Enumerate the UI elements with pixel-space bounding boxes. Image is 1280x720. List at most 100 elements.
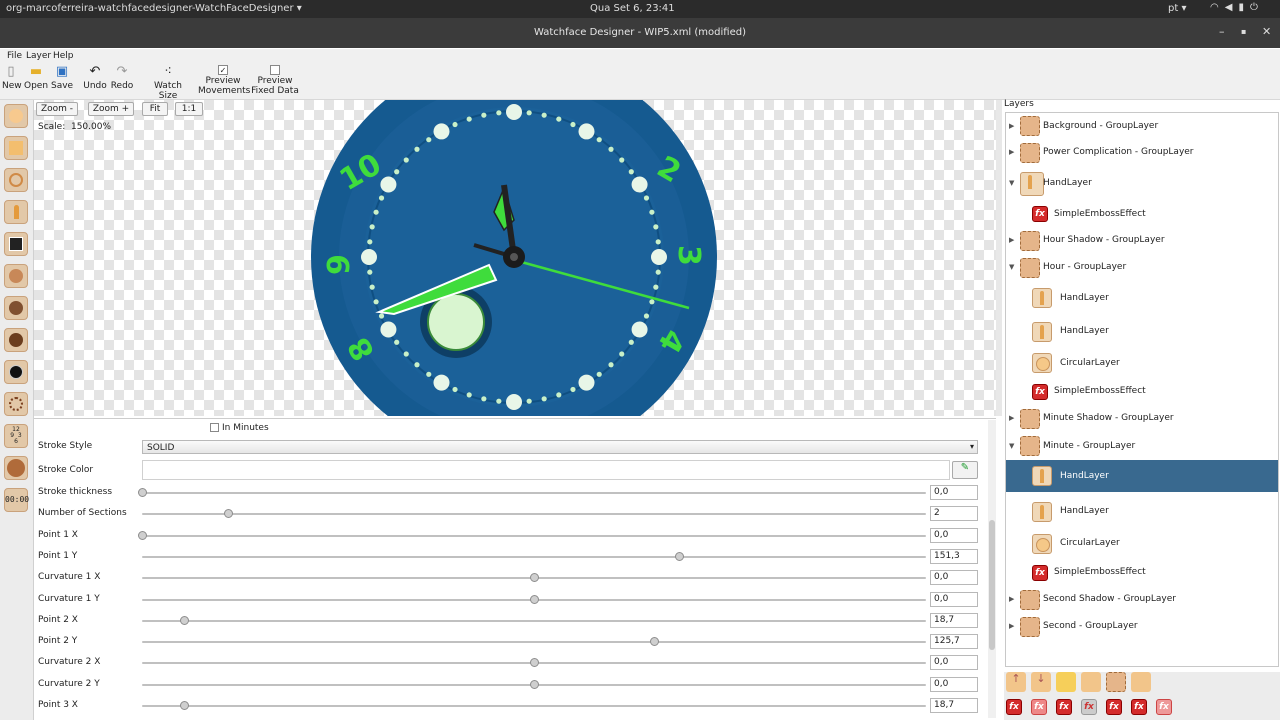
- effect-button-3[interactable]: fx: [1056, 699, 1072, 715]
- add-dark-texture-layer-button[interactable]: [4, 328, 28, 352]
- slider-value-field[interactable]: 151,3: [930, 548, 978, 564]
- close-button[interactable]: ✕: [1262, 25, 1271, 38]
- add-dots-layer-button[interactable]: [4, 296, 28, 320]
- design-canvas[interactable]: 10 2 3 4 8 9 Zoom - Zoom + Fit 1:1 Scale…: [34, 100, 996, 416]
- expand-arrow-icon[interactable]: ▶: [1009, 622, 1014, 630]
- slider-track[interactable]: [142, 555, 926, 558]
- add-folder-button[interactable]: [1056, 672, 1076, 692]
- properties-scrollbar[interactable]: [988, 420, 996, 718]
- layer-item[interactable]: ▶ Minute Shadow - GroupLayer: [1006, 405, 1278, 432]
- slider-value-field[interactable]: 18,7: [930, 612, 978, 628]
- move-layer-up-button[interactable]: ↑: [1006, 672, 1026, 692]
- layer-item[interactable]: HandLayer: [1006, 315, 1278, 348]
- slider-value-field[interactable]: 0,0: [930, 676, 978, 692]
- slider-knob[interactable]: [224, 509, 234, 519]
- language-selector[interactable]: pt ▾: [1168, 3, 1186, 14]
- in-minutes-checkbox[interactable]: [210, 423, 219, 432]
- add-digital-layer-button[interactable]: 00:00: [4, 488, 29, 512]
- slider-value-field[interactable]: 18,7: [930, 698, 978, 713]
- slider-value-field[interactable]: 0,0: [930, 570, 978, 586]
- slider-knob[interactable]: [530, 658, 539, 668]
- expand-arrow-icon[interactable]: ▶: [1009, 122, 1014, 130]
- effect-button-6[interactable]: fx: [1131, 699, 1147, 715]
- add-rect-layer-button[interactable]: [4, 136, 28, 160]
- layer-item[interactable]: ▼ Minute - GroupLayer: [1006, 432, 1278, 460]
- layer-item[interactable]: CircularLayer: [1006, 348, 1278, 378]
- color-picker-button[interactable]: ✎: [952, 461, 978, 479]
- slider-track[interactable]: [142, 513, 926, 516]
- group-layers-button[interactable]: [1106, 672, 1126, 692]
- slider-value-field[interactable]: 0,0: [930, 591, 978, 607]
- properties-scroll-thumb[interactable]: [989, 520, 995, 650]
- slider-value-field[interactable]: 0,0: [930, 655, 978, 671]
- slider-value-field[interactable]: 0,0: [930, 527, 978, 543]
- add-black-circle-layer-button[interactable]: [4, 360, 28, 384]
- slider-knob[interactable]: [138, 488, 147, 497]
- layer-item[interactable]: ▶ Second Shadow - GroupLayer: [1006, 586, 1278, 613]
- menu-layer[interactable]: Layer: [26, 51, 51, 61]
- slider-knob[interactable]: [179, 615, 189, 625]
- layer-item[interactable]: ▶ Second - GroupLayer: [1006, 613, 1278, 640]
- slider-knob[interactable]: [138, 530, 147, 540]
- effect-button-4[interactable]: fx: [1081, 699, 1097, 715]
- slider-track[interactable]: [142, 641, 926, 644]
- open-button[interactable]: ▬ Open: [24, 65, 48, 92]
- add-ring-layer-button[interactable]: [4, 168, 28, 192]
- canvas-scrollbar[interactable]: [996, 100, 1002, 416]
- slider-track[interactable]: [142, 492, 926, 494]
- watch-size-button[interactable]: ⁖ Watch Size: [144, 65, 192, 102]
- collapse-arrow-icon[interactable]: ▼: [1009, 442, 1014, 450]
- slider-knob[interactable]: [649, 637, 659, 647]
- slider-knob[interactable]: [530, 679, 539, 689]
- layer-item[interactable]: fx SimpleEmbossEffect: [1006, 378, 1278, 405]
- layer-item[interactable]: ▼ Hour - GroupLayer: [1006, 254, 1278, 281]
- layer-item[interactable]: HandLayer: [1006, 495, 1278, 528]
- layer-item[interactable]: fx SimpleEmbossEffect: [1006, 201, 1278, 227]
- layer-item[interactable]: fx SimpleEmbossEffect: [1006, 559, 1278, 586]
- system-tray[interactable]: ◠◀▮⏻: [1210, 2, 1264, 13]
- add-dashed-ring-layer-button[interactable]: [4, 392, 28, 416]
- expand-arrow-icon[interactable]: ▶: [1009, 236, 1014, 244]
- effect-button-2[interactable]: fx: [1031, 699, 1047, 715]
- redo-button[interactable]: ↷ Redo: [110, 65, 134, 92]
- layer-item[interactable]: HandLayer: [1006, 460, 1278, 492]
- stroke-style-select[interactable]: SOLID ▾: [142, 440, 978, 454]
- add-knob-layer-button[interactable]: [4, 456, 28, 480]
- menu-file[interactable]: File: [7, 51, 22, 61]
- app-menu[interactable]: org-marcoferreira-watchfacedesigner-Watc…: [6, 3, 302, 14]
- preview-fixed-data-checkbox[interactable]: Preview Fixed Data: [251, 65, 299, 96]
- effect-button-1[interactable]: fx: [1006, 699, 1022, 715]
- preview-movements-checkbox[interactable]: ✓ Preview Movements: [198, 65, 250, 96]
- expand-arrow-icon[interactable]: ▶: [1009, 414, 1014, 422]
- slider-track[interactable]: [142, 705, 926, 707]
- slider-knob[interactable]: [530, 573, 539, 583]
- menu-help[interactable]: Help: [53, 51, 74, 61]
- minimize-button[interactable]: –: [1219, 25, 1225, 38]
- add-circle-layer-button[interactable]: [4, 104, 28, 128]
- new-button[interactable]: ▯ New: [2, 65, 22, 92]
- save-button[interactable]: ▣ Save: [51, 65, 73, 92]
- slider-value-field[interactable]: 2: [930, 506, 978, 522]
- watchface-preview[interactable]: 10 2 3 4 8 9: [34, 100, 996, 416]
- slider-knob[interactable]: [530, 594, 539, 604]
- zoom-out-button[interactable]: Zoom -: [36, 102, 78, 116]
- layer-item[interactable]: ▶ Power Complication - GroupLayer: [1006, 139, 1278, 166]
- add-numbers-layer-button[interactable]: 12 9 36: [4, 424, 28, 448]
- move-layer-down-button[interactable]: ↓: [1031, 672, 1051, 692]
- collapse-arrow-icon[interactable]: ▼: [1009, 179, 1014, 187]
- slider-value-field[interactable]: 125,7: [930, 634, 978, 650]
- layer-item[interactable]: HandLayer: [1006, 281, 1278, 315]
- expand-arrow-icon[interactable]: ▶: [1009, 595, 1014, 603]
- zoom-in-button[interactable]: Zoom +: [88, 102, 134, 116]
- add-texture-layer-button[interactable]: [4, 264, 28, 288]
- ungroup-layers-button[interactable]: [1131, 672, 1151, 692]
- collapse-arrow-icon[interactable]: ▼: [1009, 263, 1014, 271]
- maximize-button[interactable]: ▪: [1241, 27, 1246, 36]
- slider-value-field[interactable]: 0,0: [930, 485, 978, 500]
- add-image-layer-button[interactable]: [4, 232, 28, 256]
- expand-arrow-icon[interactable]: ▶: [1009, 148, 1014, 156]
- slider-track[interactable]: [142, 619, 926, 622]
- layer-item[interactable]: ▼ HandLayer: [1006, 166, 1278, 201]
- effect-button-5[interactable]: fx: [1106, 699, 1122, 715]
- slider-knob[interactable]: [675, 551, 685, 561]
